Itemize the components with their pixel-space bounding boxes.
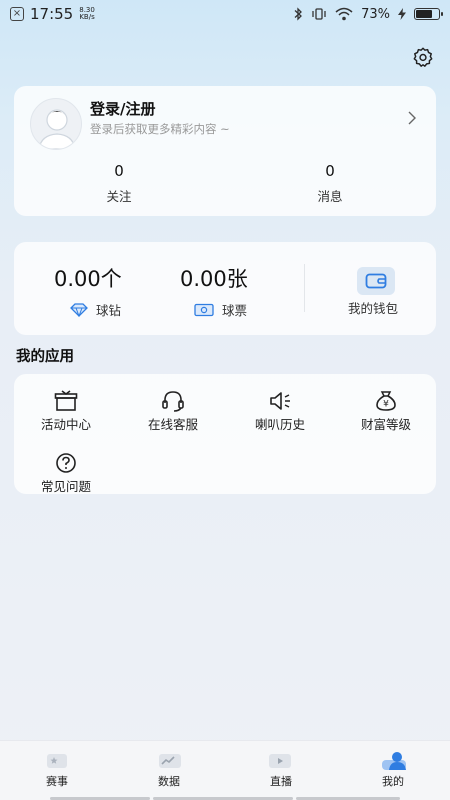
my-apps-title: 我的应用 (16, 349, 74, 365)
login-subtitle: 登录后获取更多精彩内容 ~ (90, 122, 230, 136)
profile-card: 登录/注册 登录后获取更多精彩内容 ~ 0 关注 0 消息 (14, 86, 436, 216)
bottom-nav: 赛事 数据 直播 我的 (0, 740, 450, 800)
apps-card: 活动中心 在线客服 喇叭历史 ¥ 财富等级 常见问题 (14, 374, 436, 494)
network-speed: 8.30 KB/s (79, 6, 95, 21)
tab-events[interactable]: 赛事 (17, 751, 97, 789)
messages-count: 0 (325, 162, 335, 180)
app-online-service[interactable]: 在线客服 (123, 390, 223, 433)
tab-mine[interactable]: 我的 (353, 751, 433, 789)
play-icon (268, 751, 294, 771)
notification-x-icon: × (10, 7, 24, 21)
charging-icon (398, 8, 406, 20)
diamonds-amount: 0.00个 (54, 267, 122, 291)
my-wallet-link[interactable]: 我的钱包 (348, 298, 398, 317)
ticket-icon (194, 303, 214, 316)
trophy-icon (44, 751, 70, 771)
wifi-icon (335, 7, 353, 21)
battery-percent: 73% (361, 6, 390, 22)
diamonds-item[interactable]: 球钻 (70, 300, 121, 319)
login-register-link[interactable]: 登录/注册 (90, 98, 155, 119)
messages-label: 消息 (317, 189, 343, 204)
money-bag-icon: ¥ (376, 391, 396, 411)
follow-label: 关注 (106, 189, 132, 204)
bluetooth-icon (294, 7, 303, 21)
settings-gear-icon[interactable] (412, 46, 434, 68)
user-icon (380, 751, 406, 771)
vibrate-icon (312, 8, 326, 20)
diamond-icon (70, 302, 88, 317)
question-icon (56, 453, 76, 473)
stat-follow[interactable]: 0 关注 (59, 162, 179, 205)
wallet-divider (304, 264, 305, 312)
follow-count: 0 (114, 162, 124, 180)
app-speaker-history[interactable]: 喇叭历史 (230, 390, 330, 433)
tickets-amount: 0.00张 (180, 267, 248, 291)
app-activity-center[interactable]: 活动中心 (16, 390, 116, 433)
gift-box-icon (54, 390, 78, 411)
chart-icon (156, 751, 182, 771)
default-avatar-icon (38, 109, 76, 149)
tickets-item[interactable]: 球票 (194, 300, 247, 319)
status-time: 17:55 (30, 5, 74, 23)
headset-icon (162, 391, 184, 412)
app-wealth-level[interactable]: ¥ 财富等级 (336, 390, 436, 433)
tab-live[interactable]: 直播 (241, 751, 321, 789)
tab-data[interactable]: 数据 (129, 751, 209, 789)
speaker-icon (270, 392, 290, 410)
wallet-glyph-icon (365, 273, 387, 289)
battery-icon (414, 8, 443, 20)
stat-messages[interactable]: 0 消息 (270, 162, 390, 205)
avatar[interactable] (30, 98, 82, 150)
chevron-right-icon[interactable] (406, 110, 418, 126)
status-bar: × 17:55 8.30 KB/s 73% (0, 0, 450, 28)
app-faq[interactable]: 常见问题 (16, 452, 116, 495)
wallet-card: 0.00个 球钻 0.00张 球票 我的钱包 (14, 242, 436, 335)
svg-text:¥: ¥ (383, 400, 389, 410)
wallet-icon[interactable] (357, 267, 395, 295)
